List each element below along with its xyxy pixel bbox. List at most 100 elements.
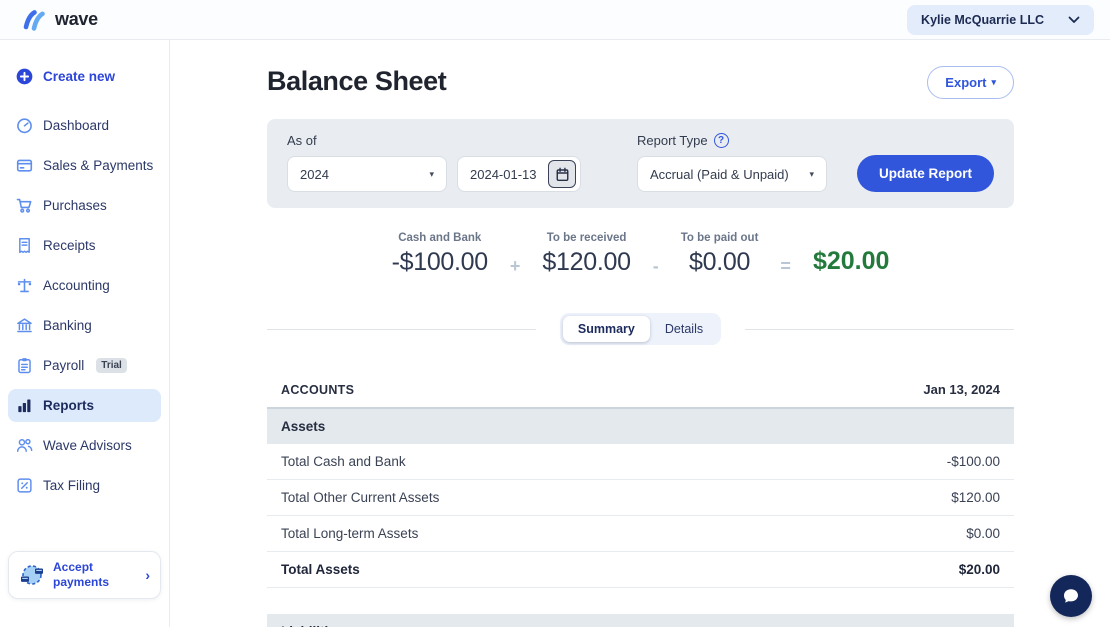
sidebar-item-label: Reports	[43, 398, 94, 413]
row-value: $0.00	[966, 526, 1000, 541]
create-new-label: Create new	[43, 69, 115, 84]
sidebar-item-label: Banking	[43, 318, 92, 333]
payroll-clipboard-icon	[16, 357, 33, 374]
sidebar-item-banking[interactable]: Banking	[8, 309, 161, 342]
sidebar-item-label: Dashboard	[43, 118, 109, 133]
table-row: Total Cash and Bank -$100.00	[267, 444, 1014, 480]
sidebar-item-wave-advisors[interactable]: Wave Advisors	[8, 429, 161, 462]
summary-details-toggle: Summary Details	[560, 313, 721, 345]
to-be-paid-out-value: $0.00	[689, 248, 750, 277]
row-label: Total Assets	[281, 562, 360, 577]
banking-icon	[16, 317, 33, 334]
table-row: Total Other Current Assets $120.00	[267, 480, 1014, 516]
cash-and-bank-term: Cash and Bank -$100.00	[392, 232, 488, 277]
cash-and-bank-label: Cash and Bank	[398, 232, 481, 244]
sidebar-item-tax-filing[interactable]: Tax Filing	[8, 469, 161, 502]
row-value: $20.00	[959, 562, 1000, 577]
receipts-icon	[16, 237, 33, 254]
trial-badge: Trial	[96, 358, 127, 373]
caret-down-icon: ▾	[429, 170, 434, 179]
brand-name: wave	[55, 9, 98, 30]
as-of-label: As of	[287, 133, 581, 148]
purchases-cart-icon	[16, 197, 33, 214]
tax-filing-icon	[16, 477, 33, 494]
report-type-select[interactable]: Accrual (Paid & Unpaid) ▾	[637, 156, 827, 192]
caret-down-icon: ▾	[991, 78, 996, 87]
accounting-scale-icon	[16, 277, 33, 294]
dashboard-icon	[16, 117, 33, 134]
calendar-icon[interactable]	[548, 160, 576, 188]
sidebar-item-dashboard[interactable]: Dashboard	[8, 109, 161, 142]
sidebar-item-accounting[interactable]: Accounting	[8, 269, 161, 302]
business-name: Kylie McQuarrie LLC	[921, 13, 1044, 27]
sidebar-item-label: Wave Advisors	[43, 438, 132, 453]
view-tabs-row: Summary Details	[267, 313, 1014, 345]
sidebar-item-label: Receipts	[43, 238, 96, 253]
table-row: Total Long-term Assets $0.00	[267, 516, 1014, 552]
sidebar-item-receipts[interactable]: Receipts	[8, 229, 161, 262]
sidebar-item-label: Tax Filing	[43, 478, 100, 493]
accounts-column-header: ACCOUNTS	[281, 383, 354, 397]
liabilities-section-header: Liabilities	[267, 614, 1014, 627]
row-label: Total Long-term Assets	[281, 526, 418, 541]
main-content: Balance Sheet Export ▾ As of 2024 ▾ 2024…	[170, 40, 1110, 627]
report-type-value: Accrual (Paid & Unpaid)	[650, 167, 789, 182]
sidebar-item-purchases[interactable]: Purchases	[8, 189, 161, 222]
sidebar-item-reports[interactable]: Reports	[8, 389, 161, 422]
assets-section-header: Assets	[267, 409, 1014, 444]
divider-line	[267, 329, 536, 330]
help-icon[interactable]: ?	[714, 133, 729, 148]
date-value: 2024-01-13	[470, 167, 537, 182]
to-be-received-term: To be received $120.00	[542, 232, 630, 277]
reports-bar-chart-icon	[16, 397, 33, 414]
minus-operator: -	[653, 256, 659, 277]
chat-support-button[interactable]	[1050, 575, 1092, 617]
sales-payments-icon	[16, 157, 33, 174]
sidebar-item-label: Payroll	[43, 358, 84, 373]
to-be-received-label: To be received	[547, 232, 627, 244]
row-value: $120.00	[951, 490, 1000, 505]
accounts-table: ACCOUNTS Jan 13, 2024 Assets Total Cash …	[267, 373, 1014, 627]
to-be-paid-out-label: To be paid out	[681, 232, 759, 244]
sidebar-item-label: Accounting	[43, 278, 110, 293]
page-title: Balance Sheet	[267, 66, 446, 97]
to-be-received-value: $120.00	[542, 248, 630, 277]
date-input[interactable]: 2024-01-13	[457, 156, 581, 192]
cash-and-bank-value: -$100.00	[392, 248, 488, 277]
update-report-button[interactable]: Update Report	[857, 155, 994, 192]
sidebar: Create new Dashboard Sales & Payments Pu…	[0, 40, 170, 627]
chevron-down-icon	[1068, 16, 1080, 24]
wave-logo[interactable]: wave	[22, 9, 98, 31]
accept-payments-label: Accept payments	[53, 560, 137, 590]
plus-operator: +	[510, 256, 521, 277]
table-header-row: ACCOUNTS Jan 13, 2024	[267, 373, 1014, 409]
chat-bubble-icon	[1060, 585, 1082, 607]
date-column-header: Jan 13, 2024	[923, 382, 1000, 397]
sidebar-item-sales-payments[interactable]: Sales & Payments	[8, 149, 161, 182]
create-new-button[interactable]: Create new	[8, 60, 161, 93]
tab-summary[interactable]: Summary	[563, 316, 650, 342]
top-bar: wave Kylie McQuarrie LLC	[0, 0, 1110, 40]
wave-logo-icon	[22, 9, 48, 31]
sidebar-item-label: Purchases	[43, 198, 107, 213]
section-gap	[267, 588, 1014, 614]
divider-line	[745, 329, 1014, 330]
export-label: Export	[945, 75, 986, 90]
row-label: Total Other Current Assets	[281, 490, 439, 505]
sidebar-item-payroll[interactable]: Payroll Trial	[8, 349, 161, 382]
business-selector[interactable]: Kylie McQuarrie LLC	[907, 5, 1094, 35]
plus-circle-icon	[16, 68, 33, 85]
balance-equation: Cash and Bank -$100.00 + To be received …	[267, 232, 1014, 277]
row-label: Total Cash and Bank	[281, 454, 406, 469]
accept-payments-button[interactable]: Accept payments ›	[8, 551, 161, 599]
sidebar-item-label: Sales & Payments	[43, 158, 153, 173]
export-button[interactable]: Export ▾	[927, 66, 1014, 99]
report-type-group: Report Type ? Accrual (Paid & Unpaid) ▾	[637, 133, 827, 192]
report-type-label: Report Type	[637, 133, 708, 148]
advisors-people-icon	[16, 437, 33, 454]
tab-details[interactable]: Details	[650, 316, 718, 342]
net-result-value: $20.00	[813, 247, 889, 276]
accept-payments-icon	[19, 562, 45, 588]
row-value: -$100.00	[947, 454, 1000, 469]
year-select[interactable]: 2024 ▾	[287, 156, 447, 192]
